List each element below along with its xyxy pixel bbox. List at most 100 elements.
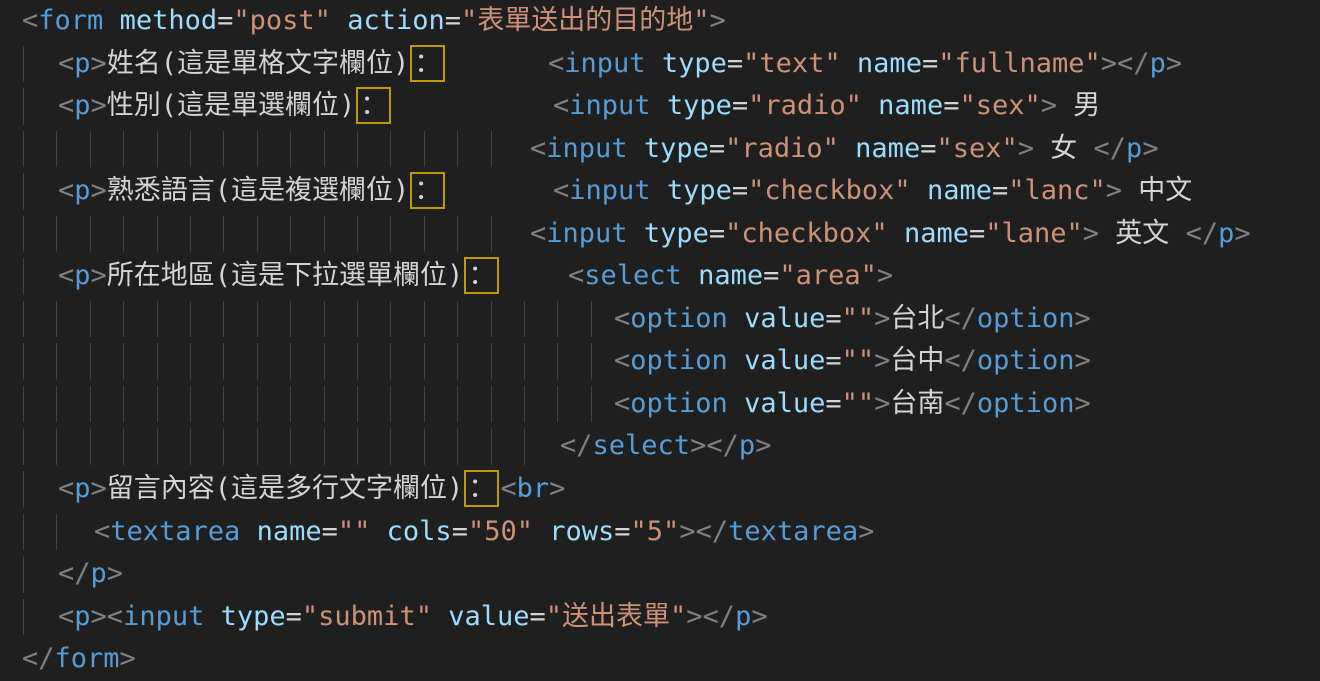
code-segment: <form method="post" action="表單送出的目的地">	[22, 0, 726, 43]
code-line[interactable]: <p>所在地區(這是下拉選單欄位)：<select name="area">	[0, 255, 1320, 298]
indent-guide	[357, 216, 358, 253]
code-token-punctuation: <	[58, 90, 74, 121]
code-segment: <p>熟悉語言(這是複選欄位)：	[58, 170, 446, 213]
code-token-punctuation: </	[1094, 133, 1127, 164]
code-segment: <option value="">台北</option>	[614, 298, 1091, 341]
code-token-attribute: method	[120, 5, 218, 36]
indent-guide	[290, 216, 291, 253]
code-token-tag: p	[739, 430, 755, 461]
code-token-punctuation: <	[58, 601, 74, 632]
code-token-equals: =	[530, 601, 546, 632]
code-token-text: 性別(這是單選欄位)	[107, 90, 356, 121]
indent-guide	[90, 301, 91, 338]
code-token-attribute: value	[744, 303, 825, 334]
indent-guide	[56, 343, 57, 380]
code-segment: </p>	[58, 553, 123, 596]
code-token-text	[911, 175, 927, 206]
code-token-text	[103, 5, 119, 36]
code-token-punctuation: >	[1234, 218, 1250, 249]
indent-guide	[157, 216, 158, 253]
code-token-attribute: value	[744, 345, 825, 376]
code-token-attribute: type	[221, 601, 286, 632]
code-line[interactable]: <textarea name="" cols="50" rows="5"></t…	[0, 511, 1320, 554]
code-token-equals: =	[445, 5, 461, 36]
code-token-punctuation: <	[530, 133, 546, 164]
code-line[interactable]: <option value="">台南</option>	[0, 383, 1320, 426]
code-line[interactable]: <p><input type="submit" value="送出表單"></p…	[0, 596, 1320, 639]
code-token-tag: option	[630, 345, 728, 376]
code-token-punctuation: </	[1186, 218, 1219, 249]
code-token-equals: =	[732, 90, 748, 121]
code-segment: <input type="radio" name="sex"> 男	[553, 85, 1100, 128]
code-line[interactable]: <option value="">台北</option>	[0, 298, 1320, 341]
code-line[interactable]: <p>留言內容(這是多行文字欄位)：<br>	[0, 468, 1320, 511]
indent-guide	[190, 216, 191, 253]
code-token-string: ""	[842, 345, 875, 376]
code-token-string: "post"	[233, 5, 331, 36]
code-token-text: 中文	[1122, 175, 1192, 206]
indent-guide	[424, 428, 425, 465]
indent-guide	[23, 258, 24, 295]
code-token-tag: br	[517, 473, 550, 504]
code-token-equals: =	[943, 90, 959, 121]
code-line[interactable]: </select></p>	[0, 425, 1320, 468]
indent-guide	[524, 386, 525, 423]
indent-guide	[223, 301, 224, 338]
code-token-punctuation: >	[858, 516, 874, 547]
code-segment: <input type="checkbox" name="lanc"> 中文	[553, 170, 1192, 213]
code-token-punctuation: >	[120, 643, 136, 674]
code-line[interactable]: </p>	[0, 553, 1320, 596]
indent-guide	[56, 131, 57, 168]
indent-guide	[457, 343, 458, 380]
code-token-attribute: name	[857, 48, 922, 79]
indent-guide	[324, 131, 325, 168]
code-token-tag: input	[569, 175, 650, 206]
indent-guide	[257, 386, 258, 423]
code-line[interactable]: <input type="checkbox" name="lane"> 英文 <…	[0, 213, 1320, 256]
code-token-tag: p	[1218, 218, 1234, 249]
code-token-punctuation: >	[1106, 175, 1122, 206]
code-token-punctuation: <	[548, 48, 564, 79]
indent-guide	[23, 428, 24, 465]
code-line[interactable]: <p>性別(這是單選欄位)：<input type="radio" name="…	[0, 85, 1320, 128]
code-token-punctuation: >	[1018, 133, 1034, 164]
code-token-text	[331, 5, 347, 36]
code-token-punctuation: >	[1166, 48, 1182, 79]
code-token-text: 留言內容(這是多行文字欄位)	[107, 473, 464, 504]
code-token-string: "radio"	[748, 90, 862, 121]
code-token-punctuation: >	[91, 48, 107, 79]
indent-guide	[424, 301, 425, 338]
indent-guide	[390, 301, 391, 338]
code-token-punctuation: <	[500, 473, 516, 504]
unicode-highlight-box: ：	[410, 45, 445, 82]
code-token-tag: input	[123, 601, 204, 632]
code-token-punctuation: </	[22, 643, 55, 674]
indent-guide	[90, 428, 91, 465]
code-token-text	[651, 175, 667, 206]
code-line[interactable]: <input type="radio" name="sex"> 女 </p>	[0, 128, 1320, 171]
indent-guide	[290, 131, 291, 168]
code-line[interactable]: <form method="post" action="表單送出的目的地">	[0, 0, 1320, 43]
indent-guide	[424, 216, 425, 253]
code-token-text	[533, 516, 549, 547]
code-line[interactable]: <p>熟悉語言(這是複選欄位)： <input type="checkbox" n…	[0, 170, 1320, 213]
code-token-tag: p	[74, 473, 90, 504]
indent-guide	[157, 301, 158, 338]
code-line[interactable]: </form>	[0, 638, 1320, 681]
code-token-attribute: type	[667, 175, 732, 206]
code-token-string: "5"	[631, 516, 680, 547]
indent-guide	[424, 343, 425, 380]
code-token-punctuation: >	[690, 430, 706, 461]
indent-guide	[90, 386, 91, 423]
code-line[interactable]: <p>姓名(這是單格文字欄位)：<input type="text" name=…	[0, 43, 1320, 86]
code-segment: <p><input type="submit" value="送出表單"></p…	[58, 596, 768, 639]
indent-guide	[257, 343, 258, 380]
code-token-string: ""	[842, 388, 875, 419]
code-editor[interactable]: <form method="post" action="表單送出的目的地"><p…	[0, 0, 1320, 681]
code-token-punctuation: <	[58, 473, 74, 504]
indent-guide	[491, 428, 492, 465]
unicode-highlight-box: ：	[464, 257, 499, 294]
indent-guide	[257, 301, 258, 338]
code-line[interactable]: <option value="">台中</option>	[0, 340, 1320, 383]
code-token-text	[888, 218, 904, 249]
